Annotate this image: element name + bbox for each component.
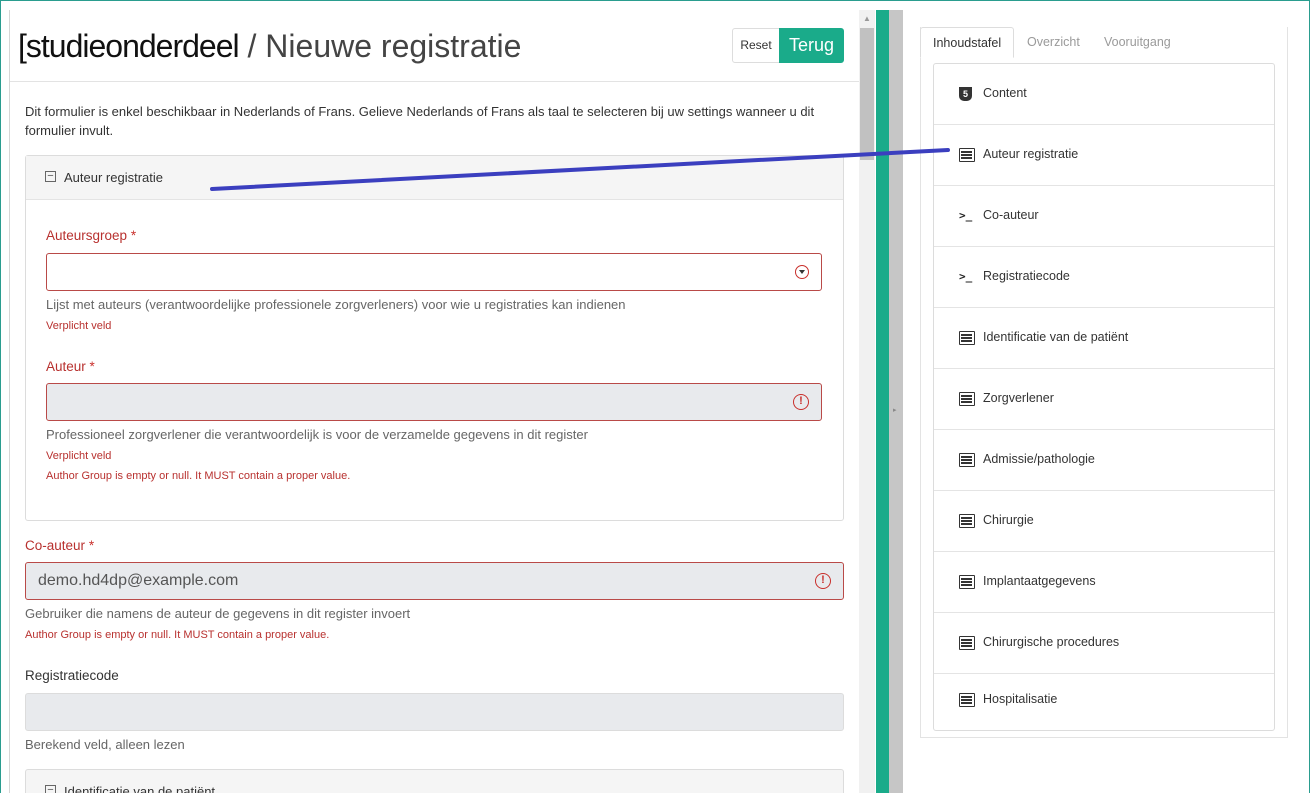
- terminal-icon: >_: [959, 209, 973, 222]
- panel-tabs: Inhoudstafel Overzicht Vooruitgang: [920, 27, 1288, 58]
- back-button[interactable]: Terug: [779, 28, 844, 63]
- author-section-title: Auteur registratie: [64, 170, 163, 185]
- toc-item-label: Co-auteur: [983, 208, 1039, 222]
- author-error-group: Author Group is empty or null. It MUST c…: [46, 470, 351, 482]
- toc-item-label: Chirurgische procedures: [983, 635, 1120, 649]
- list-icon: [959, 331, 975, 345]
- author-group-label-text: Auteursgroep: [46, 228, 128, 243]
- required-mark: *: [88, 538, 95, 553]
- pane-splitter[interactable]: ▸: [889, 10, 903, 793]
- study-part-name: [studieonderdeel: [18, 28, 240, 64]
- coauthor-label: Co-auteur *: [25, 538, 94, 553]
- author-section: − Auteur registratie Auteursgroep * Lijs…: [25, 155, 844, 521]
- toc-item-label: Content: [983, 86, 1027, 100]
- page-subtitle: / Nieuwe registratie: [238, 28, 522, 64]
- toc-item-label: Implantaatgegevens: [983, 574, 1096, 588]
- toc-item-label: Identificatie van de patiënt: [983, 330, 1129, 344]
- coauthor-field[interactable]: demo.hd4dp@example.com !: [25, 562, 844, 600]
- author-group-error: Verplicht veld: [46, 320, 112, 332]
- reset-button[interactable]: Reset: [732, 28, 780, 63]
- coauthor-value: demo.hd4dp@example.com: [38, 572, 239, 589]
- toc-item-label: Auteur registratie: [983, 147, 1079, 161]
- scroll-up-arrow-icon[interactable]: ▲: [859, 10, 875, 28]
- toc-item-label: Zorgverlener: [983, 391, 1054, 405]
- toc-item-label: Hospitalisatie: [983, 692, 1058, 706]
- toc-item-co-auteur[interactable]: >_ Co-auteur: [934, 186, 1274, 247]
- toc-item-hospitalisatie[interactable]: Hospitalisatie: [934, 670, 1274, 731]
- toc-item-chirurgie[interactable]: Chirurgie: [934, 491, 1274, 552]
- collapse-icon[interactable]: −: [45, 785, 56, 793]
- required-mark: *: [89, 359, 95, 374]
- toc-item-zorgverlener[interactable]: Zorgverlener: [934, 369, 1274, 430]
- page-title: [studieonderdeel / Nieuwe registratie: [18, 28, 521, 65]
- toc-item-content[interactable]: 5 Content: [934, 64, 1274, 125]
- toc-item-label: Chirurgie: [983, 513, 1034, 527]
- form-header: [studieonderdeel / Nieuwe registratie Re…: [10, 10, 859, 82]
- toc-item-auteur-registratie[interactable]: Auteur registratie: [934, 125, 1274, 186]
- list-icon: [959, 514, 975, 528]
- toc-item-chirurgische-procedures[interactable]: Chirurgische procedures: [934, 613, 1274, 674]
- dropdown-icon[interactable]: [795, 265, 809, 279]
- collapse-icon[interactable]: −: [45, 171, 56, 182]
- toc-item-label: Registratiecode: [983, 269, 1070, 283]
- toc-item-registratiecode[interactable]: >_ Registratiecode: [934, 247, 1274, 308]
- splitter-arrow-icon[interactable]: ▸: [893, 406, 897, 414]
- required-mark: *: [130, 228, 137, 243]
- patient-section-title: Identificatie van de patiënt: [64, 784, 216, 793]
- form-pane: [studieonderdeel / Nieuwe registratie Re…: [9, 10, 859, 793]
- intro-text: Dit formulier is enkel beschikbaar in Ne…: [25, 104, 815, 138]
- tab-overzicht[interactable]: Overzicht: [1015, 27, 1092, 58]
- form-scrollbar[interactable]: ▲: [859, 10, 875, 793]
- list-icon: [959, 453, 975, 467]
- accent-divider: [876, 10, 889, 793]
- author-help: Professioneel zorgverlener die verantwoo…: [46, 427, 588, 442]
- error-icon: !: [793, 394, 809, 410]
- author-label: Auteur *: [46, 359, 95, 374]
- coauthor-label-text: Co-auteur: [25, 538, 86, 553]
- regcode-label: Registratiecode: [25, 668, 119, 683]
- toc-item-admissie[interactable]: Admissie/pathologie: [934, 430, 1274, 491]
- list-icon: [959, 148, 975, 162]
- error-icon: !: [815, 573, 831, 589]
- toc-item-identificatie[interactable]: Identificatie van de patiënt: [934, 308, 1274, 369]
- author-label-text: Auteur: [46, 359, 86, 374]
- patient-section[interactable]: − Identificatie van de patiënt: [25, 769, 844, 793]
- toc-item-implantaatgegevens[interactable]: Implantaatgegevens: [934, 552, 1274, 613]
- table-of-contents: 5 Content Auteur registratie >_ Co-auteu…: [933, 63, 1275, 731]
- tab-inhoudstafel[interactable]: Inhoudstafel: [920, 27, 1015, 58]
- list-icon: [959, 636, 975, 650]
- tab-vooruitgang[interactable]: Vooruitgang: [1092, 27, 1183, 58]
- author-group-select[interactable]: [46, 253, 822, 291]
- author-group-label: Auteursgroep *: [46, 228, 136, 243]
- html5-icon: 5: [959, 87, 972, 101]
- coauthor-help: Gebruiker die namens de auteur de gegeve…: [25, 606, 411, 621]
- author-section-header[interactable]: − Auteur registratie: [26, 156, 843, 200]
- list-icon: [959, 693, 975, 707]
- terminal-icon: >_: [959, 270, 973, 283]
- regcode-field: [25, 693, 844, 731]
- scrollbar-thumb[interactable]: [860, 28, 874, 160]
- list-icon: [959, 575, 975, 589]
- list-icon: [959, 392, 975, 406]
- toc-item-label: Admissie/pathologie: [983, 452, 1095, 466]
- author-group-help: Lijst met auteurs (verantwoordelijke pro…: [46, 297, 626, 312]
- author-field[interactable]: !: [46, 383, 822, 421]
- author-error-required: Verplicht veld: [46, 450, 112, 462]
- regcode-help: Berekend veld, alleen lezen: [25, 737, 185, 752]
- coauthor-error: Author Group is empty or null. It MUST c…: [25, 629, 330, 641]
